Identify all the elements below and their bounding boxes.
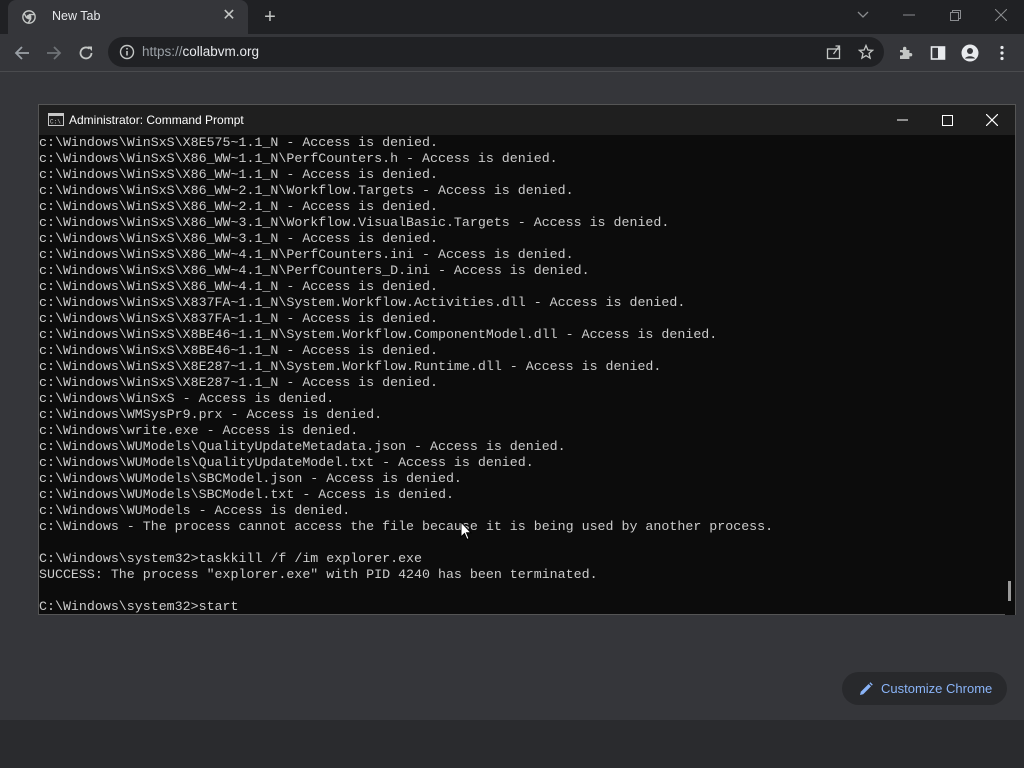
info-icon[interactable]	[119, 44, 135, 60]
forward-icon[interactable]	[40, 39, 68, 67]
cmd-minimize-icon[interactable]	[879, 105, 925, 135]
customize-chrome-button[interactable]: Customize Chrome	[842, 672, 1007, 705]
cmd-maximize-icon[interactable]	[924, 105, 970, 135]
console-line: c:\Windows\write.exe - Access is denied.	[39, 423, 359, 438]
svg-text:C:\: C:\	[50, 119, 61, 126]
console-line: c:\Windows\WinSxS\X86_WW~3.1_N - Access …	[39, 231, 438, 246]
cmd-app-icon: C:\	[48, 113, 64, 126]
console-line: SUCCESS: The process "explorer.exe" with…	[39, 567, 598, 582]
console-line: c:\Windows\WinSxS\X86_WW~2.1_N\Workflow.…	[39, 183, 574, 198]
console-line: c:\Windows\WinSxS\X86_WW~4.1_N - Access …	[39, 279, 438, 294]
url-text: https://collabvm.org	[142, 44, 259, 59]
browser-toolbar: https://collabvm.org	[0, 34, 1024, 72]
console-line: C:\Windows\system32>start	[39, 599, 239, 614]
back-icon[interactable]	[8, 39, 36, 67]
browser-window-controls	[840, 0, 1024, 30]
console-line: c:\Windows\WinSxS\X8E287~1.1_N - Access …	[39, 375, 438, 390]
chrome-icon	[22, 10, 36, 24]
menu-kebab-icon[interactable]	[988, 39, 1016, 67]
console-line: c:\Windows\WinSxS\X86_WW~2.1_N - Access …	[39, 199, 438, 214]
console-line: c:\Windows\WinSxS\X86_WW~3.1_N\Workflow.…	[39, 215, 670, 230]
console-scrollbar[interactable]	[1005, 135, 1015, 615]
url-scheme: https://	[142, 44, 183, 59]
console-line: c:\Windows\WinSxS\X86_WW~4.1_N\PerfCount…	[39, 247, 574, 262]
console-line: c:\Windows\WinSxS\X8E287~1.1_N\System.Wo…	[39, 359, 662, 374]
mouse-cursor-icon	[460, 521, 472, 541]
bottom-area	[0, 720, 1024, 768]
console-line: c:\Windows\WUModels\QualityUpdateMetadat…	[39, 439, 566, 454]
console-line: c:\Windows\WinSxS\X86_WW~1.1_N\PerfCount…	[39, 151, 558, 166]
console-line: c:\Windows\WinSxS\X837FA~1.1_N - Access …	[39, 311, 438, 326]
console-line: c:\Windows\WinSxS - Access is denied.	[39, 391, 335, 406]
url-host: collabvm.org	[182, 44, 260, 59]
tab-strip: New Tab ✕ +	[0, 0, 1024, 34]
close-window-icon[interactable]	[978, 0, 1024, 30]
new-tab-button[interactable]: +	[259, 6, 281, 28]
console-line: c:\Windows - The process cannot access t…	[39, 519, 774, 534]
command-prompt-window[interactable]: C:\ Administrator: Command Prompt c:\Win…	[38, 104, 1016, 615]
console-line: c:\Windows\WUModels\QualityUpdateModel.t…	[39, 455, 534, 470]
reload-icon[interactable]	[72, 39, 100, 67]
console-line: c:\Windows\WUModels\SBCModel.json - Acce…	[39, 471, 462, 486]
address-bar[interactable]: https://collabvm.org	[108, 37, 884, 67]
console-line: c:\Windows\WinSxS\X8E575~1.1_N - Access …	[39, 135, 438, 150]
minimize-icon[interactable]	[886, 0, 932, 30]
cmd-title-bar[interactable]: C:\ Administrator: Command Prompt	[39, 105, 1015, 135]
close-tab-icon[interactable]: ✕	[220, 7, 238, 25]
console-line: c:\Windows\WMSysPr9.prx - Access is deni…	[39, 407, 383, 422]
console-line: c:\Windows\WinSxS\X837FA~1.1_N\System.Wo…	[39, 295, 686, 310]
cmd-title: Administrator: Command Prompt	[69, 113, 244, 127]
console-line: c:\Windows\WinSxS\X86_WW~1.1_N - Access …	[39, 167, 438, 182]
console-line: c:\Windows\WUModels\SBCModel.txt - Acces…	[39, 487, 454, 502]
extensions-icon[interactable]	[892, 39, 920, 67]
side-panel-icon[interactable]	[924, 39, 952, 67]
profile-avatar-icon[interactable]	[956, 39, 984, 67]
pencil-icon	[860, 681, 873, 695]
tab-title: New Tab	[52, 9, 101, 23]
console-line: c:\Windows\WinSxS\X86_WW~4.1_N\PerfCount…	[39, 263, 590, 278]
scrollbar-thumb[interactable]	[1008, 581, 1011, 601]
cmd-close-icon[interactable]	[969, 105, 1015, 135]
bookmark-star-icon[interactable]	[858, 44, 874, 60]
console-line: c:\Windows\WinSxS\X8BE46~1.1_N\System.Wo…	[39, 327, 718, 342]
tab-new-tab[interactable]: New Tab ✕	[8, 0, 248, 34]
restore-icon[interactable]	[932, 0, 978, 30]
console-line: C:\Windows\system32>taskkill /f /im expl…	[39, 551, 423, 566]
share-icon[interactable]	[826, 44, 842, 60]
console-line: c:\Windows\WinSxS\X8BE46~1.1_N - Access …	[39, 343, 438, 358]
tab-search-icon[interactable]	[840, 0, 886, 30]
console-output[interactable]: c:\Windows\WinSxS\X8E575~1.1_N - Access …	[39, 135, 1005, 615]
console-line: c:\Windows\WUModels - Access is denied.	[39, 503, 351, 518]
customize-chrome-label: Customize Chrome	[881, 681, 993, 696]
